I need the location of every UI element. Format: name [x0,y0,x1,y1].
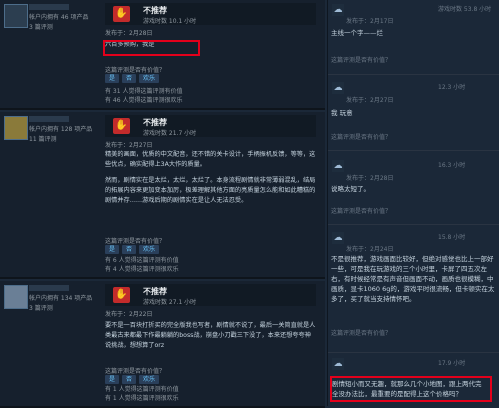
play-hours: 游戏时数 53.8 小时 [438,6,492,13]
helpful-question: 这篇评测是否有价值？ [331,208,392,215]
comment-text: 不是很推荐，游戏画面比较好，但绝对感觉也比上一部好一些，可是我在玩游戏的三个小时… [331,255,495,303]
vote-buttons: 是否欢乐 [105,245,162,254]
helpful-count: 有 1 人觉得这篇评测有价值 [105,386,179,393]
thumbs-down-icon: ✋ [113,6,130,22]
play-hours: 15.8 小时 [438,234,466,241]
review-text: 精美的画面，优质的中文配音，还不错的关卡设计，手柄振机反馈，等等，这些优点，确实… [105,150,317,212]
helpful-count: 有 31 人觉得这篇评测有价值 [105,88,183,95]
posted-date: 发布于：2月24日 [346,246,394,253]
avatar[interactable]: ☁ [332,4,344,16]
helpful-question: 这篇评测是否有价值？ [331,57,392,64]
verdict-label: 不推荐 [143,6,167,15]
verdict-label: 不推荐 [143,118,167,127]
avatar[interactable]: ☁ [332,358,344,370]
highlight-box [330,376,492,402]
helpful-question: 这篇评测是否有价值？ [105,238,166,245]
posted-date: 发布于：2月28日 [105,30,153,37]
reviewer-info: 帐户内拥有 46 项产品 3 篇评测 [0,0,98,108]
vote-yes-button[interactable]: 是 [105,245,120,254]
reviewer-review-count[interactable]: 3 篇评测 [29,303,53,312]
reviewer-info: 帐户内拥有 128 项产品 11 篇评测 [0,112,98,277]
reviewer-review-count[interactable]: 3 篇评测 [29,22,53,31]
helpful-question: 这篇评测是否有价值？ [105,368,166,375]
review-verdict[interactable]: ✋ 不推荐 游戏时数 27.1 小时 [105,284,316,306]
verdict-label: 不推荐 [143,287,167,296]
posted-date: 发布于：2月27日 [105,142,153,149]
comment: ☁ 12.3 小时 发布于：2月27日 我 玩意 这篇评测是否有价值？ [328,78,499,146]
divider [328,352,499,353]
posted-date: 发布于：2月17日 [346,18,394,25]
review-body: ✋ 不推荐 游戏时数 21.7 小时 发布于：2月27日 精美的画面，优质的中文… [105,112,323,277]
reviewer-products: 帐户内拥有 46 项产品 [29,14,89,21]
thumbs-down-icon: ✋ [113,287,130,303]
review-paragraph: 要不是一百块打折买的完全版我也写者，剧情就不说了，最后一关简直就是人类最古来都最… [105,322,316,349]
vote-no-button[interactable]: 否 [122,245,137,254]
comment: ☁ 15.8 小时 发布于：2月24日 不是很推荐，游戏画面比较好，但绝对感觉也… [328,228,499,348]
funny-count: 有 4 人觉得这篇评测很欢乐 [105,266,179,273]
reviews-column: 帐户内拥有 46 项产品 3 篇评测 ✋ 不推荐 游戏时数 10.1 小时 发布… [0,0,325,408]
play-hours: 游戏时数 21.7 小时 [143,130,197,137]
vote-no-button[interactable]: 否 [122,375,137,384]
avatar[interactable]: ☁ [332,232,344,244]
helpful-question: 这篇评测是否有价值？ [105,67,166,74]
comment: ☁ 游戏时数 53.8 小时 发布于：2月17日 主线一个字——烂 这篇评测是否… [328,0,499,70]
vote-buttons: 是否欢乐 [105,74,162,83]
play-hours: 游戏时数 27.1 小时 [143,299,197,306]
helpful-count: 有 6 人觉得这篇评测有价值 [105,257,179,264]
comment: ☁ 16.3 小时 发布于：2月28日 说略太短了。 这篇评测是否有价值？ [328,156,499,218]
highlight-box [103,40,200,56]
avatar[interactable] [4,116,28,140]
funny-count: 有 46 人觉得这篇评测很欢乐 [105,97,183,104]
vote-funny-button[interactable]: 欢乐 [139,375,160,384]
comment-text: 我 玩意 [331,109,353,117]
helpful-question: 这篇评测是否有价值？ [331,330,392,337]
play-hours: 游戏时数 10.1 小时 [143,18,197,25]
vote-buttons: 是否欢乐 [105,375,162,384]
review-verdict[interactable]: ✋ 不推荐 游戏时数 10.1 小时 [105,3,316,25]
thumbs-down-icon: ✋ [113,118,130,134]
reviewer-name[interactable] [29,4,69,10]
posted-date: 发布于：2月27日 [346,97,394,104]
avatar[interactable]: ☁ [332,82,344,94]
comments-column: ☁ 游戏时数 53.8 小时 发布于：2月17日 主线一个字——烂 这篇评测是否… [327,0,499,406]
vote-no-button[interactable]: 否 [122,74,137,83]
helpful-question: 这篇评测是否有价值？ [331,134,392,141]
vote-funny-button[interactable]: 欢乐 [139,74,160,83]
vote-yes-button[interactable]: 是 [105,375,120,384]
review-verdict[interactable]: ✋ 不推荐 游戏时数 21.7 小时 [105,115,316,137]
review-card: 帐户内拥有 134 项产品 3 篇评测 ✋ 不推荐 游戏时数 27.1 小时 发… [0,281,325,408]
divider [328,74,499,75]
review-body: ✋ 不推荐 游戏时数 27.1 小时 发布于：2月22日 要不是一百块打折买的完… [105,281,323,406]
reviewer-name[interactable] [29,285,69,291]
vote-yes-button[interactable]: 是 [105,74,120,83]
reviewer-products: 帐户内拥有 134 项产品 [29,295,93,302]
avatar[interactable]: ☁ [332,160,344,172]
play-hours: 17.9 小时 [438,360,466,367]
comment-text: 主线一个字——烂 [331,29,383,37]
posted-date: 发布于：2月28日 [346,175,394,182]
review-text: 要不是一百块打折买的完全版我也写者，剧情就不说了，最后一关简直就是人类最古来都最… [105,321,317,357]
posted-date: 发布于：2月22日 [105,311,153,318]
reviewer-info: 帐户内拥有 134 项产品 3 篇评测 [0,281,98,406]
vote-funny-button[interactable]: 欢乐 [139,245,160,254]
reviewer-products: 帐户内拥有 128 项产品 [29,126,93,133]
reviewer-name[interactable] [29,116,69,122]
play-hours: 12.3 小时 [438,84,466,91]
comment-text: 说略太短了。 [331,185,370,193]
divider [328,224,499,225]
avatar[interactable] [4,4,28,28]
reviewer-review-count[interactable]: 11 篇评测 [29,134,57,143]
avatar[interactable] [4,285,28,309]
play-hours: 16.3 小时 [438,162,466,169]
funny-count: 有 1 人觉得这篇评测很欢乐 [105,395,179,402]
review-card: 帐户内拥有 128 项产品 11 篇评测 ✋ 不推荐 游戏时数 21.7 小时 … [0,112,325,279]
review-paragraph: 精美的画面，优质的中文配音，还不错的关卡设计，手柄振机反馈，等等，这些优点，确实… [105,151,316,168]
review-paragraph: 然而，剧情实在是太烂，太烂，太烂了。本身流程剧情就非常薄弱混乱，结局的拓展内容来… [105,177,316,204]
divider [328,150,499,151]
